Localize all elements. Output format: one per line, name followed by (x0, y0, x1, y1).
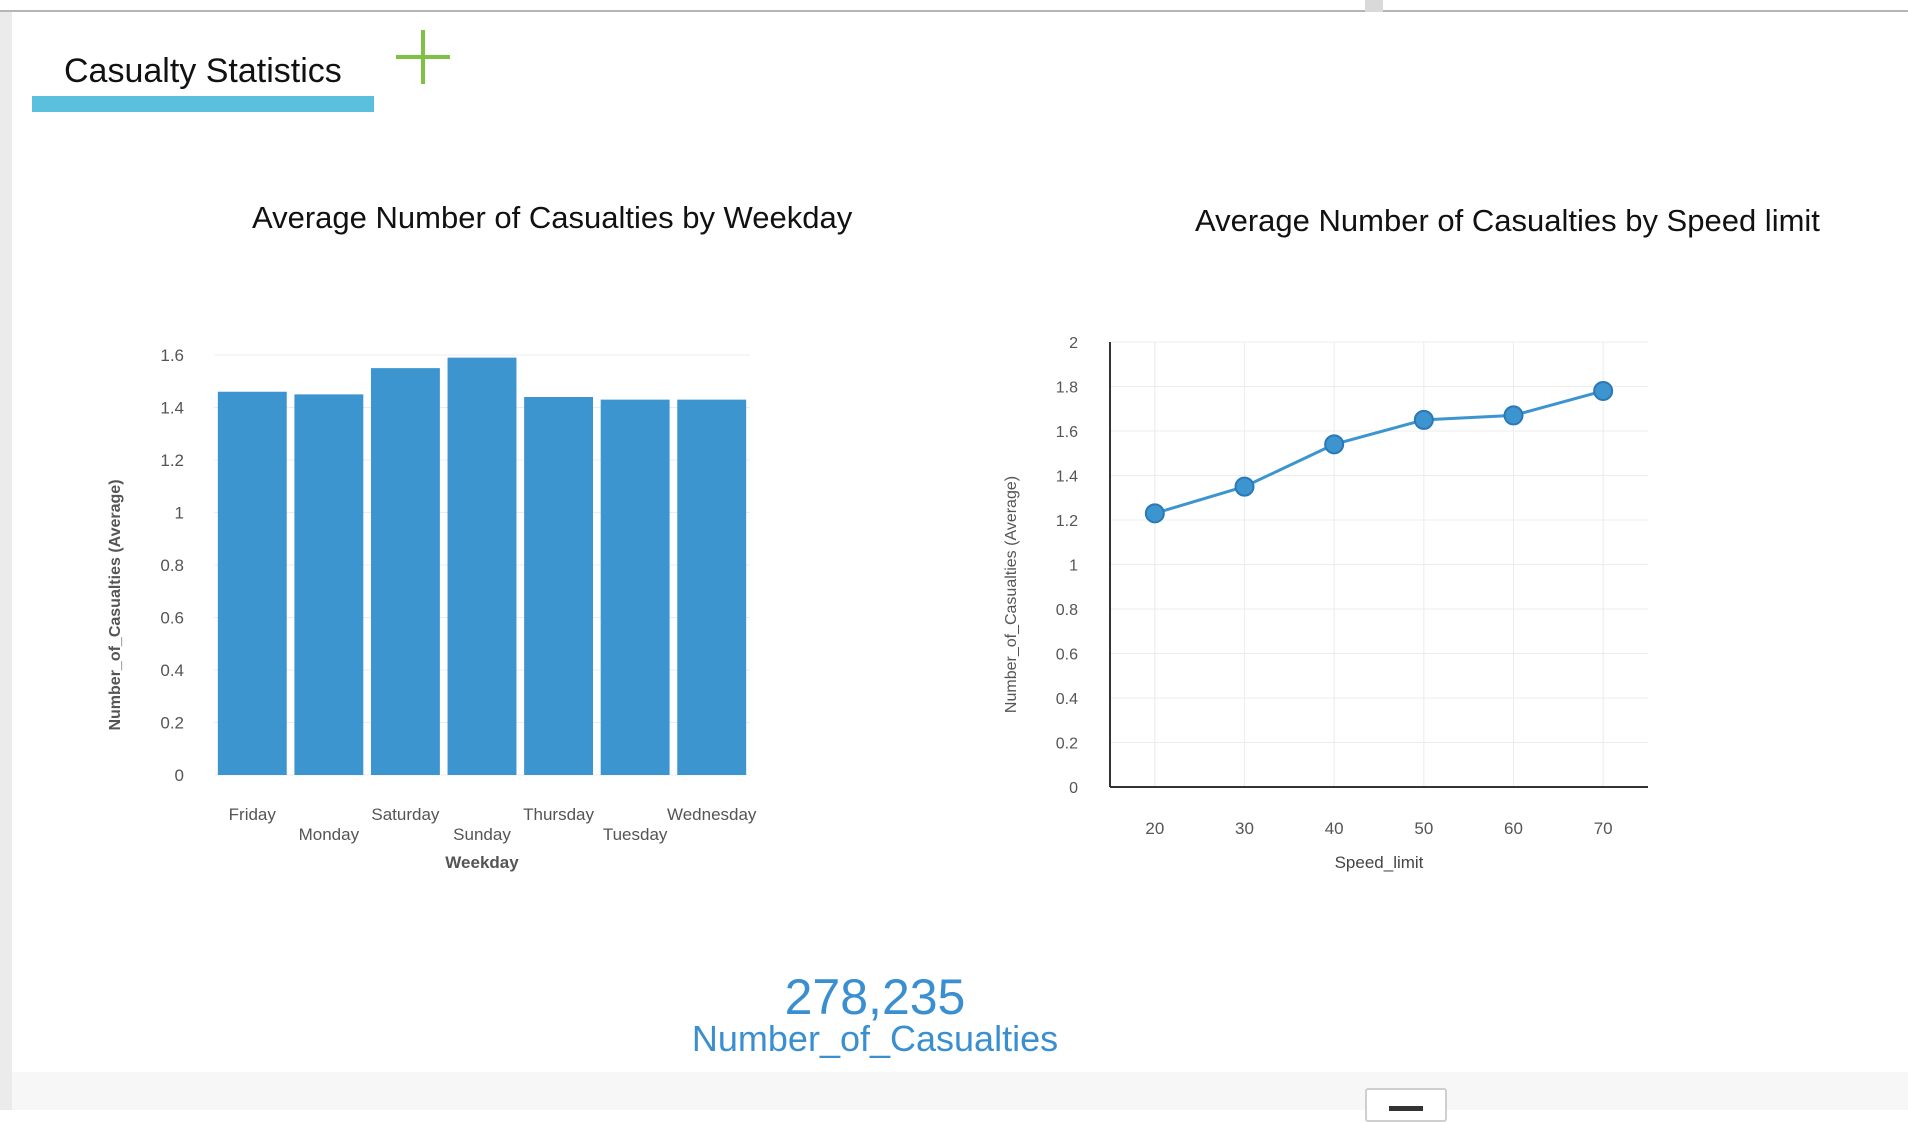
y-axis-label: Number_of_Casualties (Average) (1003, 476, 1020, 713)
x-tick-label: Sunday (453, 825, 511, 844)
data-point (1593, 380, 1614, 401)
active-tab-indicator (32, 96, 374, 112)
x-tick-label: Thursday (523, 805, 594, 824)
y-tick-label: 1.4 (160, 399, 184, 418)
data-point (1234, 476, 1255, 497)
x-tick-label: 20 (1145, 819, 1164, 838)
top-border (0, 0, 1908, 12)
data-point (1503, 405, 1524, 426)
y-tick-label: 0 (175, 766, 184, 785)
y-tick-label: 0.6 (1056, 647, 1078, 664)
y-tick-label: 1.6 (160, 346, 184, 365)
x-tick-label: 30 (1235, 819, 1254, 838)
y-tick-label: 0.4 (160, 661, 184, 680)
y-tick-label: 1 (1069, 558, 1078, 575)
x-tick-label: 60 (1504, 819, 1523, 838)
bar (370, 368, 440, 775)
y-tick-label: 1 (175, 504, 184, 523)
x-tick-label: 50 (1414, 819, 1433, 838)
y-tick-label: 0.4 (1056, 691, 1078, 708)
left-gutter (0, 12, 12, 1110)
y-tick-label: 0.8 (160, 556, 184, 575)
bar (217, 391, 287, 775)
x-axis-label: Weekday (445, 853, 519, 872)
data-point (1144, 503, 1165, 524)
y-tick-label: 2 (1069, 335, 1078, 352)
series-line (1154, 389, 1604, 515)
plus-icon[interactable] (396, 30, 450, 84)
x-tick-label: Tuesday (603, 825, 668, 844)
chart-title-weekday: Average Number of Casualties by Weekday (252, 200, 853, 235)
x-axis-label: Speed_limit (1335, 853, 1424, 872)
x-tick-label: Friday (229, 805, 277, 824)
x-tick-label: 70 (1594, 819, 1613, 838)
y-tick-label: 0.8 (1056, 602, 1078, 619)
y-tick-label: 1.2 (160, 451, 184, 470)
x-tick-label: Saturday (371, 805, 440, 824)
chart-title-speed-limit: Average Number of Casualties by Speed li… (1195, 203, 1820, 238)
scroll-handle[interactable] (1365, 0, 1383, 12)
bar (294, 394, 364, 775)
bottom-bar (12, 1072, 1908, 1110)
data-point (1324, 434, 1345, 455)
y-tick-label: 1.6 (1056, 424, 1078, 441)
kpi-label: Number_of_Casualties (691, 1018, 1059, 1059)
bar (677, 399, 747, 775)
tab-label: Casualty Statistics (64, 52, 342, 90)
bar (600, 399, 670, 775)
y-axis-label: Number_of_Casualties (Average) (107, 479, 124, 730)
bar (524, 397, 594, 775)
data-point (1413, 409, 1434, 430)
y-tick-label: 0.2 (1056, 736, 1078, 753)
line-chart-speed-limit: 0 0.2 0.4 0.6 0.8 1 1.2 1.4 1.6 1.8 2 20 30 40 50 60 70 S… (1003, 335, 1648, 872)
bar-chart-weekday: 0 0.2 0.4 0.6 0.8 1 1.2 1.4 1.6 Friday Monday Satur… (107, 346, 757, 872)
y-tick-label: 0.2 (160, 714, 184, 733)
y-tick-label: 1.2 (1056, 513, 1078, 530)
tab-casualty-statistics[interactable]: Casualty Statistics (32, 22, 374, 112)
y-tick-label: 0.6 (160, 609, 184, 628)
x-tick-label: Monday (299, 825, 360, 844)
y-tick-label: 1.8 (1056, 380, 1078, 397)
x-tick-label: 40 (1325, 819, 1344, 838)
y-tick-label: 0 (1069, 780, 1078, 797)
x-tick-label: Wednesday (667, 805, 757, 824)
menu-icon[interactable] (1365, 1088, 1447, 1122)
bar (447, 357, 517, 775)
y-tick-label: 1.4 (1056, 469, 1078, 486)
